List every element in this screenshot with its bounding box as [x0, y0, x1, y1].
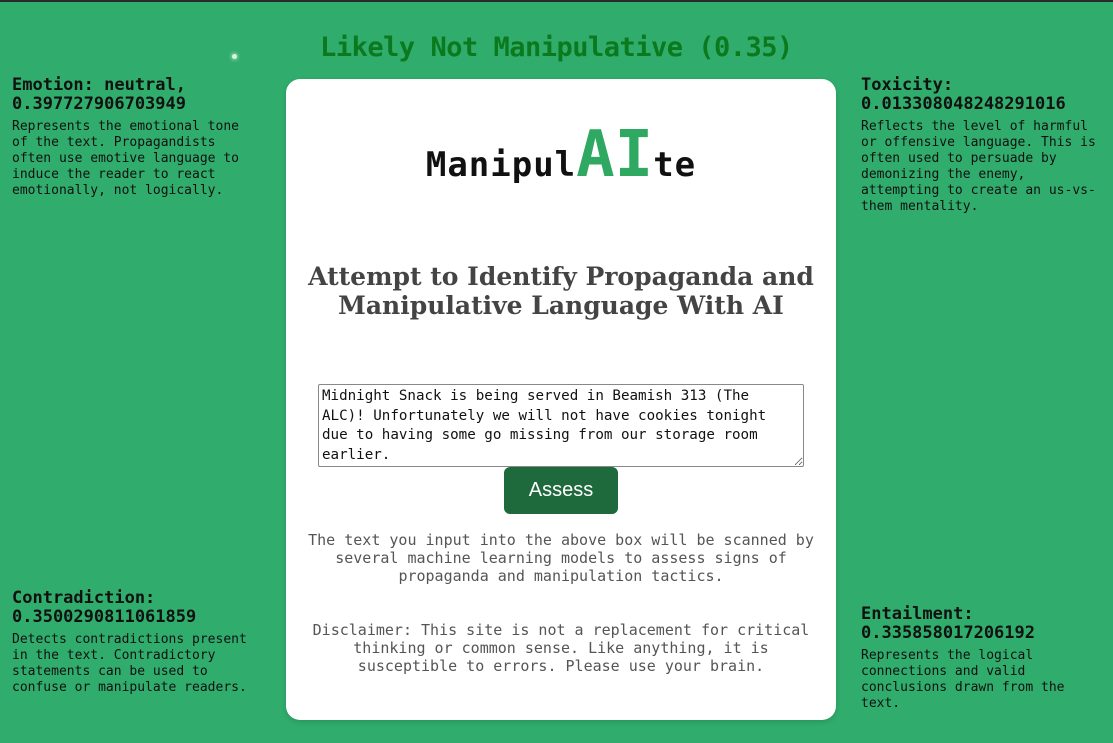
metric-value: 0.013308048248291016	[861, 94, 1066, 114]
entailment-metric: Entailment: 0.335858017206192 Represents…	[861, 605, 1111, 712]
disclaimer-text: Disclaimer: This site is not a replaceme…	[312, 621, 810, 675]
text-input[interactable]: Midnight Snack is being served in Beamis…	[318, 384, 804, 467]
logo-part-2: te	[653, 145, 697, 185]
metric-description: Reflects the level of harmful or offensi…	[861, 119, 1096, 214]
decorative-dot	[232, 54, 237, 59]
verdict-heading: Likely Not Manipulative (0.35)	[320, 32, 793, 63]
metric-value: 0.335858017206192	[861, 623, 1035, 643]
main-card: ManipulAIte Attempt to Identify Propagan…	[286, 79, 836, 720]
page-title: Attempt to Identify Propaganda and Manip…	[308, 262, 814, 320]
metric-description: Represents the emotional tone of the tex…	[12, 119, 239, 198]
metric-name: Entailment:	[861, 604, 974, 624]
logo-ai: AI	[576, 118, 654, 192]
toxicity-metric: Toxicity: 0.013308048248291016 Reflects …	[861, 76, 1111, 215]
metric-description: Represents the logical connections and v…	[861, 648, 1065, 711]
assess-button[interactable]: Assess	[504, 467, 618, 514]
logo-part-1: Manipul	[425, 145, 577, 185]
metric-name: Emotion: neutral,	[12, 75, 186, 95]
metric-value: 0.3500290811061859	[12, 607, 197, 627]
metric-value: 0.397727906703949	[12, 94, 186, 114]
emotion-metric: Emotion: neutral, 0.397727906703949 Repr…	[12, 76, 262, 199]
metric-description: Detects contradictions present in the te…	[12, 632, 247, 695]
metric-name: Toxicity:	[861, 75, 954, 95]
info-text: The text you input into the above box wi…	[308, 531, 814, 585]
logo: ManipulAIte	[286, 123, 836, 187]
metric-name: Contradiction:	[12, 588, 156, 608]
contradiction-metric: Contradiction: 0.3500290811061859 Detect…	[12, 589, 262, 696]
